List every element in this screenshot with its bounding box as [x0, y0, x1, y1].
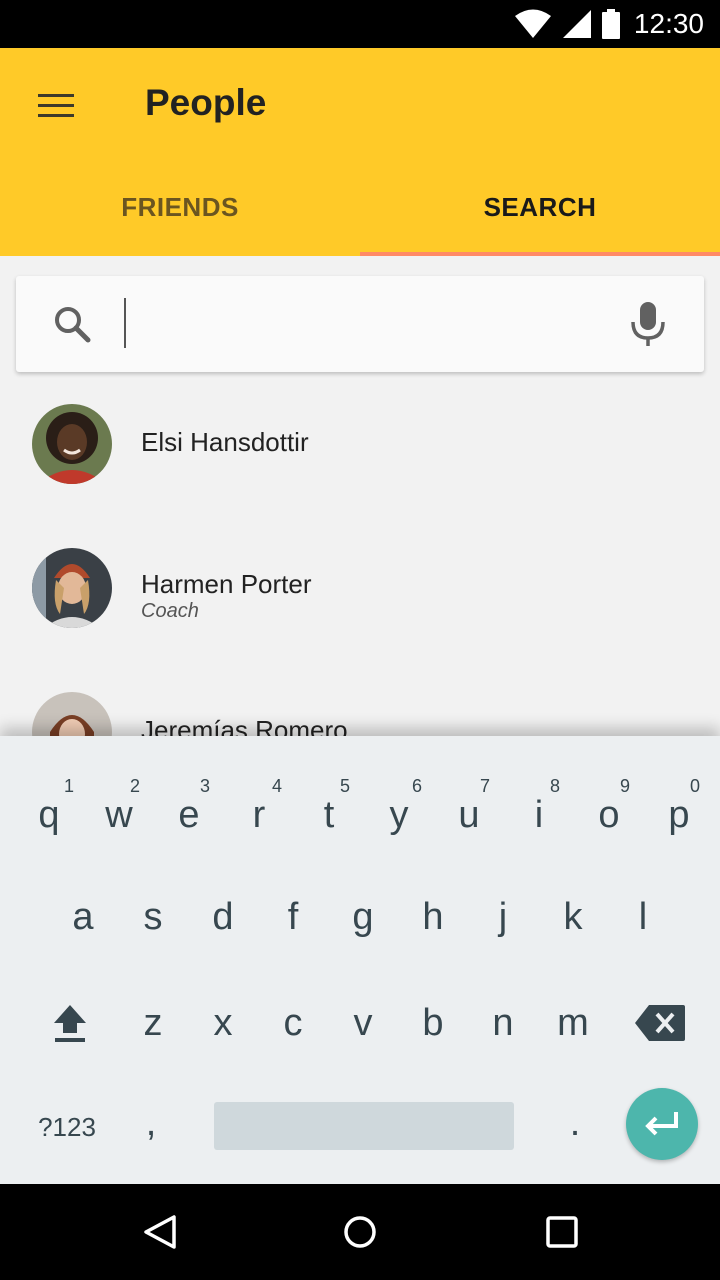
status-icons: 12:30 — [514, 0, 704, 48]
home-icon — [344, 1216, 376, 1248]
comma-key[interactable]: , — [116, 1088, 186, 1158]
menu-button[interactable] — [22, 72, 90, 140]
symbols-key[interactable]: ?123 — [26, 1092, 108, 1162]
key-i[interactable]: 8 i — [504, 776, 574, 850]
app-bar: People FRIENDS SEARCH — [0, 48, 720, 256]
tab-friends-label: FRIENDS — [121, 191, 239, 222]
tab-search-label: SEARCH — [483, 191, 597, 222]
page-title: People — [145, 82, 267, 123]
key-a[interactable]: a — [48, 882, 118, 952]
text-caret — [124, 298, 126, 348]
key-o[interactable]: 9 o — [574, 776, 644, 850]
key-d[interactable]: d — [188, 882, 258, 952]
enter-icon — [645, 1112, 678, 1136]
key-k[interactable]: k — [538, 882, 608, 952]
signal-icon — [562, 10, 591, 38]
space-key[interactable] — [214, 1102, 514, 1150]
back-icon — [144, 1215, 176, 1249]
tab-search[interactable]: SEARCH — [360, 158, 720, 256]
key-b[interactable]: b — [398, 986, 468, 1060]
avatar — [32, 404, 112, 484]
key-f[interactable]: f — [258, 882, 328, 952]
status-bar: 12:30 — [0, 0, 720, 48]
key-t[interactable]: 5 t — [294, 776, 364, 850]
mic-icon[interactable] — [628, 300, 668, 348]
period-key[interactable]: . — [540, 1088, 610, 1158]
key-n[interactable]: n — [468, 986, 538, 1060]
back-button[interactable] — [130, 1202, 190, 1262]
home-button[interactable] — [330, 1202, 390, 1262]
tab-indicator — [360, 252, 720, 256]
person-name: Harmen Porter — [141, 569, 312, 599]
person-role: Coach — [141, 600, 199, 622]
search-card — [16, 276, 704, 372]
nav-bar — [0, 1184, 720, 1280]
tab-bar: FRIENDS SEARCH — [0, 158, 720, 256]
key-u[interactable]: 7 u — [434, 776, 504, 850]
recents-button[interactable] — [532, 1202, 592, 1262]
search-input[interactable] — [110, 294, 610, 354]
key-x[interactable]: x — [188, 986, 258, 1060]
key-r[interactable]: 4 r — [224, 776, 294, 850]
key-w[interactable]: 2 w — [84, 776, 154, 850]
backspace-key[interactable] — [624, 986, 696, 1060]
key-z[interactable]: z — [118, 986, 188, 1060]
keyboard: 1 q 2 w 3 e 4 r 5 t 6 y 7 u 8 i 9 o 0 p … — [0, 736, 720, 1184]
avatar — [32, 548, 112, 628]
key-q[interactable]: 1 q — [14, 776, 84, 850]
key-e[interactable]: 3 e — [154, 776, 224, 850]
list-item[interactable]: Harmen Porter Coach — [0, 516, 720, 660]
key-p[interactable]: 0 p — [644, 776, 714, 850]
tab-friends[interactable]: FRIENDS — [0, 158, 360, 256]
search-icon — [55, 307, 91, 343]
screen: 12:30 People FRIENDS SEARCH Elsi Hansdot… — [0, 0, 720, 1280]
key-s[interactable]: s — [118, 882, 188, 952]
shift-icon — [54, 1005, 86, 1042]
menu-icon — [38, 94, 74, 118]
key-h[interactable]: h — [398, 882, 468, 952]
key-j[interactable]: j — [468, 882, 538, 952]
key-g[interactable]: g — [328, 882, 398, 952]
key-c[interactable]: c — [258, 986, 328, 1060]
key-y[interactable]: 6 y — [364, 776, 434, 850]
shift-key[interactable] — [30, 986, 110, 1060]
battery-icon — [601, 9, 620, 39]
enter-key[interactable] — [626, 1088, 698, 1160]
person-name: Elsi Hansdottir — [141, 427, 309, 457]
wifi-icon — [514, 9, 551, 38]
backspace-icon — [635, 1005, 685, 1041]
status-time: 12:30 — [633, 8, 704, 39]
recents-icon — [546, 1216, 578, 1248]
list-item[interactable]: Elsi Hansdottir — [0, 372, 720, 516]
key-l[interactable]: l — [608, 882, 678, 952]
key-m[interactable]: m — [538, 986, 608, 1060]
key-v[interactable]: v — [328, 986, 398, 1060]
